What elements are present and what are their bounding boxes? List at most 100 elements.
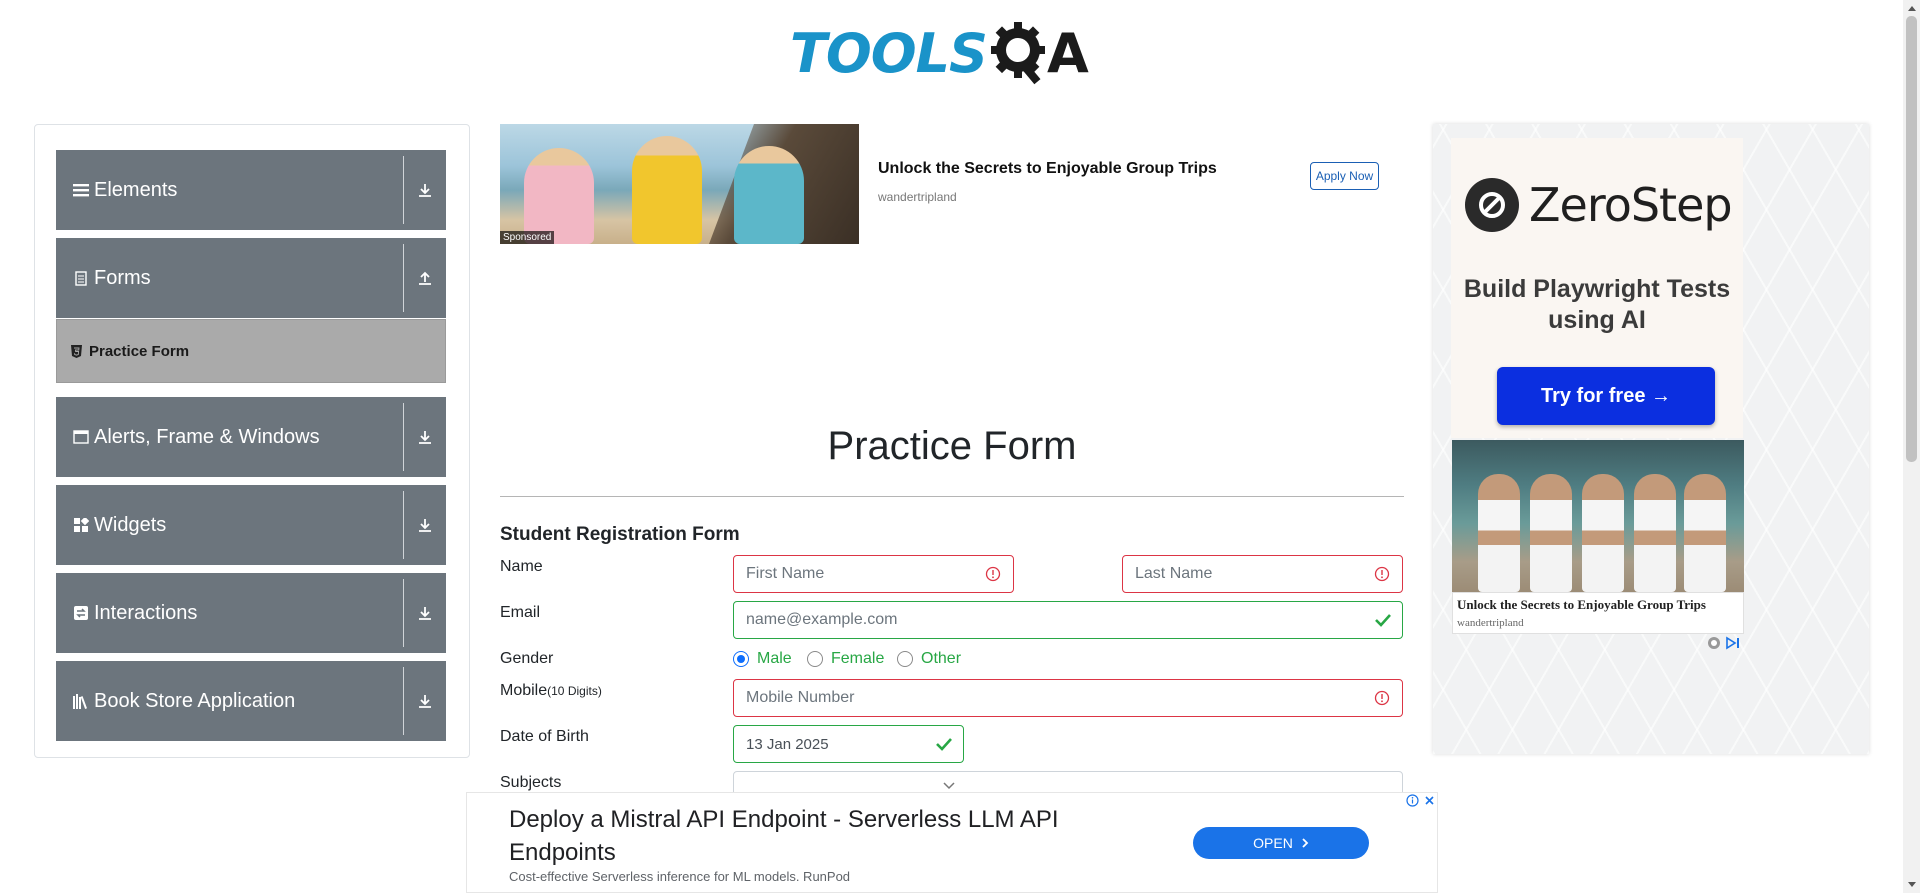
sidebar-group-forms[interactable]: Forms — [56, 238, 446, 318]
ad-image[interactable]: Sponsored — [500, 124, 859, 244]
last-name-input[interactable]: Last Name — [1122, 555, 1403, 593]
radio-icon[interactable] — [807, 651, 823, 667]
info-icon[interactable] — [1405, 793, 1420, 808]
ad-image-figure — [524, 148, 594, 244]
sponsored-label: Sponsored — [500, 231, 555, 244]
name-label: Name — [500, 558, 543, 575]
group-label: Widgets — [94, 513, 167, 536]
gender-radio-female[interactable]: Female — [807, 650, 884, 668]
ad-caption[interactable]: Unlock the Secrets to Enjoyable Group Tr… — [1452, 592, 1744, 634]
valid-check-icon — [935, 736, 953, 754]
logo-suffix: A — [1046, 21, 1089, 85]
radio-icon[interactable] — [897, 651, 913, 667]
ad-title[interactable]: Unlock the Secrets to Enjoyable Group Tr… — [878, 160, 1217, 178]
download-icon[interactable] — [412, 687, 438, 715]
gender-radio-male[interactable]: Male — [733, 650, 792, 668]
adchoices-icon[interactable] — [1725, 636, 1741, 650]
radio-label: Female — [831, 650, 885, 667]
html5-icon — [71, 344, 83, 358]
sidebar-group-interactions[interactable]: Interactions — [56, 573, 446, 653]
ad-banner-bottom[interactable]: Deploy a Mistral API Endpoint - Serverle… — [466, 792, 1438, 893]
mobile-placeholder: Mobile Number — [746, 689, 855, 706]
download-icon[interactable] — [412, 176, 438, 204]
ad-controls[interactable] — [1405, 793, 1437, 808]
ad-bottom-subtitle: Cost-effective Serverless inference for … — [509, 869, 851, 884]
download-icon[interactable] — [412, 423, 438, 451]
logo-text: TOOLS — [790, 21, 988, 85]
radio-label: Male — [757, 650, 792, 667]
first-name-input[interactable]: First Name — [733, 555, 1014, 593]
invalid-icon — [1374, 566, 1392, 584]
open-button[interactable]: OPEN — [1193, 827, 1369, 859]
try-for-free-button[interactable]: Try for free → — [1497, 367, 1715, 425]
apply-now-button[interactable]: Apply Now — [1310, 162, 1379, 190]
ad-image-figure — [1478, 474, 1520, 592]
sidebar-group-elements[interactable]: Elements — [56, 150, 446, 230]
upload-icon[interactable] — [412, 264, 438, 292]
books-icon — [72, 692, 90, 710]
email-input[interactable]: name@example.com — [733, 601, 1403, 639]
adchoices[interactable] — [1707, 636, 1741, 650]
group-label: Forms — [94, 266, 151, 289]
sidebar: Elements Forms Practice Form Alerts, Fra… — [34, 124, 470, 758]
divider — [403, 156, 404, 224]
download-icon[interactable] — [412, 599, 438, 627]
email-placeholder: name@example.com — [746, 611, 898, 628]
dob-input[interactable]: 13 Jan 2025 — [733, 725, 964, 763]
widgets-icon — [72, 516, 90, 534]
valid-check-icon — [1374, 612, 1392, 630]
invalid-icon — [1374, 690, 1392, 708]
sidebar-item-practice-form[interactable]: Practice Form — [56, 319, 446, 383]
invalid-icon — [985, 566, 1003, 584]
email-label: Email — [500, 604, 541, 621]
first-name-placeholder: First Name — [746, 565, 825, 582]
group-label: Elements — [94, 178, 178, 201]
ad-domain: wandertripland — [878, 190, 957, 204]
ad-sidebar-right[interactable]: ZeroStep Build Playwright Tests using AI… — [1433, 124, 1869, 754]
window-icon — [72, 428, 90, 446]
interactions-icon — [72, 604, 90, 622]
page-title: Practice Form — [827, 424, 1077, 468]
gender-label: Gender — [500, 650, 554, 667]
divider — [403, 244, 404, 312]
ad-bottom-title[interactable]: Deploy a Mistral API Endpoint - Serverle… — [509, 803, 1149, 869]
dob-label: Date of Birth — [500, 728, 589, 745]
ad-image-figure — [734, 146, 804, 244]
sidebar-group-alerts[interactable]: Alerts, Frame & Windows — [56, 397, 446, 477]
page-scrollbar[interactable] — [1903, 0, 1920, 893]
mobile-label-text: Mobile — [500, 682, 548, 699]
zerostep-ad[interactable]: ZeroStep Build Playwright Tests using AI… — [1451, 138, 1743, 438]
title-divider — [500, 496, 1404, 497]
radio-selected-icon[interactable] — [733, 651, 749, 667]
scroll-thumb[interactable] — [1906, 16, 1917, 462]
group-label: Alerts, Frame & Windows — [94, 425, 320, 448]
toolsqa-logo[interactable]: TOOLS A — [790, 14, 1120, 92]
ad-banner-top[interactable]: Sponsored Unlock the Secrets to Enjoyabl… — [500, 124, 1380, 244]
gear-magnifier-icon — [989, 18, 1051, 88]
last-name-placeholder: Last Name — [1135, 565, 1213, 582]
ad-caption-domain: wandertripland — [1457, 617, 1524, 629]
divider — [403, 579, 404, 647]
ad-feedback-icon[interactable] — [1707, 636, 1721, 650]
form-heading: Student Registration Form — [500, 524, 740, 545]
menu-icon — [72, 181, 90, 199]
mobile-input[interactable]: Mobile Number — [733, 679, 1403, 717]
subjects-label: Subjects — [500, 774, 562, 791]
ad-image[interactable] — [1452, 440, 1744, 592]
chevron-right-icon — [1302, 838, 1309, 848]
scroll-up-icon[interactable] — [1903, 0, 1920, 16]
gender-radio-other[interactable]: Other — [897, 650, 961, 668]
divider — [403, 491, 404, 559]
ad-caption-title: Unlock the Secrets to Enjoyable Group Tr… — [1457, 597, 1706, 612]
scroll-down-icon[interactable] — [1903, 877, 1920, 893]
dob-value: 13 Jan 2025 — [746, 735, 829, 753]
group-label: Book Store Application — [94, 689, 296, 712]
ad-image-figure — [1582, 474, 1624, 592]
group-label: Interactions — [94, 601, 198, 624]
sidebar-group-widgets[interactable]: Widgets — [56, 485, 446, 565]
zerostep-tagline: Build Playwright Tests using AI — [1463, 275, 1731, 334]
close-icon[interactable] — [1422, 793, 1437, 808]
zerostep-logo: ZeroStep — [1465, 178, 1733, 232]
sidebar-group-book-store[interactable]: Book Store Application — [56, 661, 446, 741]
download-icon[interactable] — [412, 511, 438, 539]
